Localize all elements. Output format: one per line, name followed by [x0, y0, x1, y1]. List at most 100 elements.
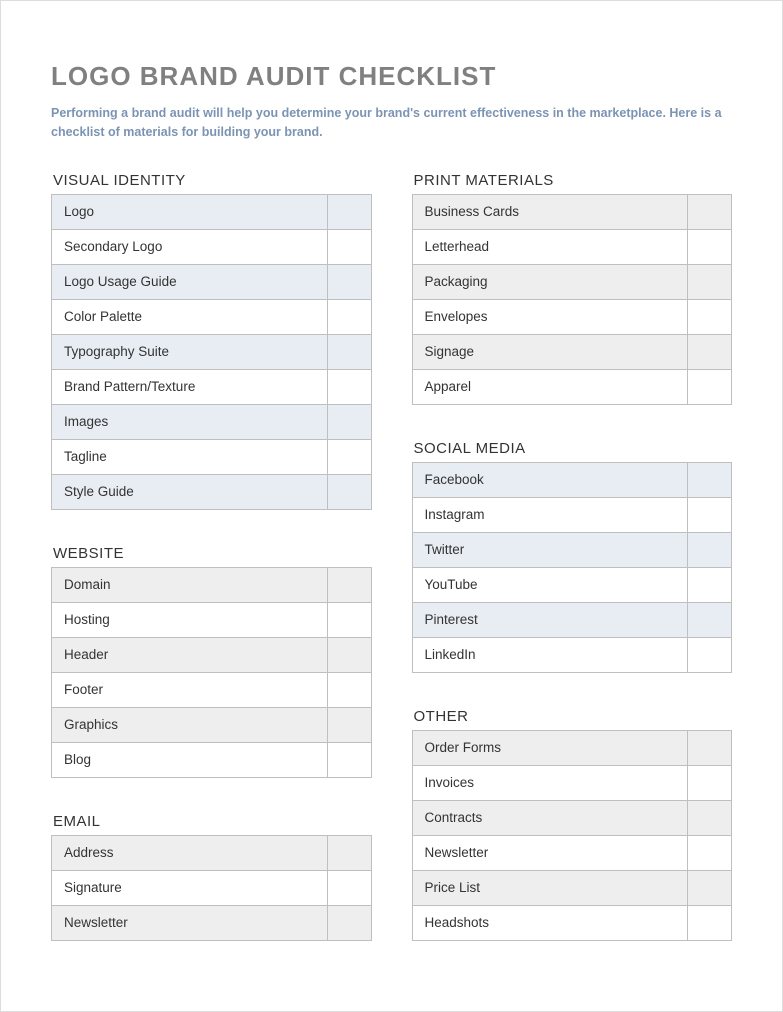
table-row: Facebook — [412, 462, 732, 497]
table-row: Brand Pattern/Texture — [52, 369, 372, 404]
table-row: Order Forms — [412, 730, 732, 765]
checklist-item-checkbox[interactable] — [327, 905, 371, 940]
table-row: Secondary Logo — [52, 229, 372, 264]
checklist-item-label: Address — [52, 835, 328, 870]
checklist-item-label: Facebook — [412, 462, 688, 497]
section-heading: VISUAL IDENTITY — [51, 172, 372, 189]
checklist-table: Business CardsLetterheadPackagingEnvelop… — [412, 194, 733, 405]
checklist-item-label: Logo — [52, 194, 328, 229]
checklist-item-checkbox[interactable] — [688, 567, 732, 602]
table-row: Twitter — [412, 532, 732, 567]
checklist-item-checkbox[interactable] — [688, 334, 732, 369]
section-heading: PRINT MATERIALS — [412, 172, 733, 189]
page-title: LOGO BRAND AUDIT CHECKLIST — [51, 61, 732, 92]
checklist-item-checkbox[interactable] — [327, 404, 371, 439]
checklist-item-checkbox[interactable] — [688, 800, 732, 835]
table-row: YouTube — [412, 567, 732, 602]
checklist-item-label: Instagram — [412, 497, 688, 532]
checklist-item-label: Hosting — [52, 602, 328, 637]
checklist-item-checkbox[interactable] — [327, 229, 371, 264]
table-row: Headshots — [412, 905, 732, 940]
checklist-item-checkbox[interactable] — [327, 369, 371, 404]
checklist-item-checkbox[interactable] — [327, 194, 371, 229]
checklist-table: DomainHostingHeaderFooterGraphicsBlog — [51, 567, 372, 778]
checklist-item-checkbox[interactable] — [327, 835, 371, 870]
checklist-item-label: Footer — [52, 672, 328, 707]
checklist-item-checkbox[interactable] — [327, 602, 371, 637]
checklist-item-label: Images — [52, 404, 328, 439]
checklist-item-checkbox[interactable] — [327, 334, 371, 369]
checklist-item-checkbox[interactable] — [327, 264, 371, 299]
checklist-item-label: Envelopes — [412, 299, 688, 334]
columns-wrapper: VISUAL IDENTITY LogoSecondary LogoLogo Us… — [51, 172, 732, 976]
checklist-item-checkbox[interactable] — [327, 637, 371, 672]
checklist-item-checkbox[interactable] — [688, 637, 732, 672]
checklist-item-label: Signage — [412, 334, 688, 369]
checklist-item-checkbox[interactable] — [688, 369, 732, 404]
checklist-item-checkbox[interactable] — [688, 602, 732, 637]
table-row: Graphics — [52, 707, 372, 742]
checklist-item-label: Blog — [52, 742, 328, 777]
table-row: Signature — [52, 870, 372, 905]
checklist-section: EMAIL AddressSignatureNewsletter — [51, 813, 372, 941]
checklist-section: VISUAL IDENTITY LogoSecondary LogoLogo Us… — [51, 172, 372, 510]
checklist-item-label: Brand Pattern/Texture — [52, 369, 328, 404]
table-row: Style Guide — [52, 474, 372, 509]
table-row: Domain — [52, 567, 372, 602]
checklist-item-checkbox[interactable] — [688, 229, 732, 264]
checklist-item-checkbox[interactable] — [327, 439, 371, 474]
checklist-table: Order FormsInvoicesContractsNewsletterPr… — [412, 730, 733, 941]
checklist-item-label: Tagline — [52, 439, 328, 474]
checklist-section: SOCIAL MEDIAFacebookInstagramTwitterYouT… — [412, 440, 733, 673]
checklist-item-checkbox[interactable] — [688, 730, 732, 765]
table-row: Header — [52, 637, 372, 672]
checklist-item-label: Color Palette — [52, 299, 328, 334]
table-row: Footer — [52, 672, 372, 707]
checklist-item-checkbox[interactable] — [688, 905, 732, 940]
checklist-item-label: Invoices — [412, 765, 688, 800]
checklist-item-checkbox[interactable] — [327, 870, 371, 905]
checklist-item-checkbox[interactable] — [688, 765, 732, 800]
page-subtitle: Performing a brand audit will help you d… — [51, 104, 731, 142]
checklist-table: LogoSecondary LogoLogo Usage GuideColor … — [51, 194, 372, 510]
checklist-item-checkbox[interactable] — [688, 870, 732, 905]
table-row: Price List — [412, 870, 732, 905]
section-heading: EMAIL — [51, 813, 372, 830]
table-row: Signage — [412, 334, 732, 369]
checklist-item-label: Price List — [412, 870, 688, 905]
checklist-section: PRINT MATERIALS Business CardsLetterheadP… — [412, 172, 733, 405]
checklist-item-checkbox[interactable] — [327, 707, 371, 742]
checklist-item-checkbox[interactable] — [688, 462, 732, 497]
checklist-item-label: Style Guide — [52, 474, 328, 509]
table-row: Apparel — [412, 369, 732, 404]
table-row: LinkedIn — [412, 637, 732, 672]
table-row: Instagram — [412, 497, 732, 532]
checklist-item-checkbox[interactable] — [327, 672, 371, 707]
checklist-table: FacebookInstagramTwitterYouTubePinterest… — [412, 462, 733, 673]
checklist-table: AddressSignatureNewsletter — [51, 835, 372, 941]
checklist-item-checkbox[interactable] — [688, 835, 732, 870]
table-row: Business Cards — [412, 194, 732, 229]
checklist-item-checkbox[interactable] — [688, 532, 732, 567]
checklist-item-label: Contracts — [412, 800, 688, 835]
table-row: Color Palette — [52, 299, 372, 334]
table-row: Envelopes — [412, 299, 732, 334]
table-row: Address — [52, 835, 372, 870]
section-heading: OTHER — [412, 708, 733, 725]
checklist-item-label: YouTube — [412, 567, 688, 602]
table-row: Contracts — [412, 800, 732, 835]
checklist-item-label: Secondary Logo — [52, 229, 328, 264]
checklist-item-checkbox[interactable] — [327, 474, 371, 509]
checklist-item-label: Graphics — [52, 707, 328, 742]
checklist-item-checkbox[interactable] — [688, 194, 732, 229]
table-row: Logo Usage Guide — [52, 264, 372, 299]
checklist-item-checkbox[interactable] — [327, 742, 371, 777]
checklist-item-checkbox[interactable] — [327, 567, 371, 602]
checklist-item-checkbox[interactable] — [688, 497, 732, 532]
table-row: Images — [52, 404, 372, 439]
left-column: VISUAL IDENTITY LogoSecondary LogoLogo Us… — [51, 172, 372, 976]
checklist-item-label: Header — [52, 637, 328, 672]
checklist-item-checkbox[interactable] — [688, 264, 732, 299]
checklist-item-checkbox[interactable] — [688, 299, 732, 334]
checklist-item-checkbox[interactable] — [327, 299, 371, 334]
